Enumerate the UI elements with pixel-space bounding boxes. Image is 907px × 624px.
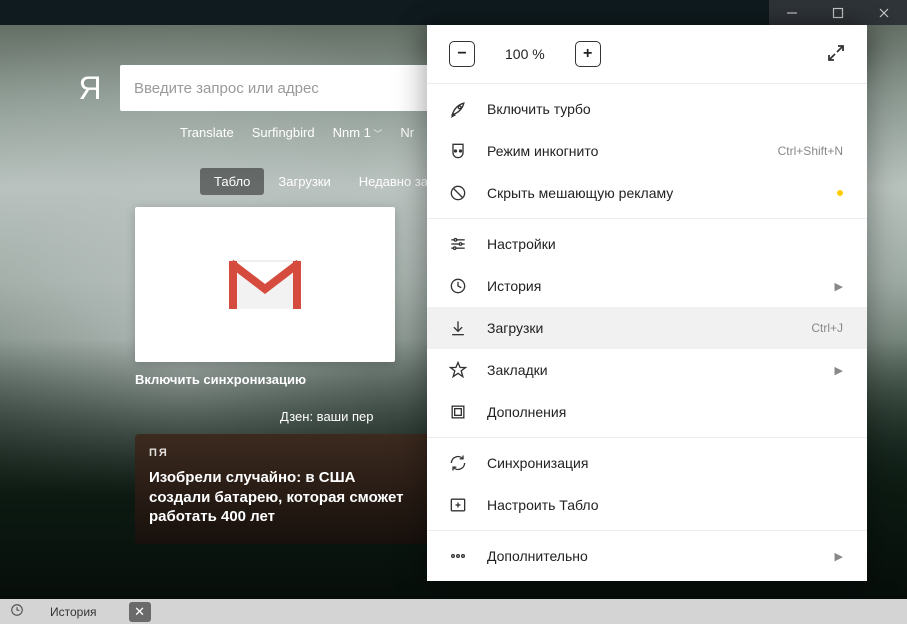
- zen-card-title: Изобрели случайно: в США создали батарею…: [149, 468, 421, 527]
- zoom-out-button[interactable]: −: [449, 41, 475, 67]
- fullscreen-button[interactable]: [827, 44, 845, 65]
- menu-label: Загрузки: [487, 320, 793, 336]
- status-close-button[interactable]: ✕: [129, 602, 151, 622]
- star-icon: [447, 359, 469, 381]
- tab-downloads[interactable]: Загрузки: [264, 168, 344, 195]
- history-icon: [447, 275, 469, 297]
- menu-item-settings[interactable]: Настройки: [427, 223, 867, 265]
- gmail-icon: [225, 255, 305, 315]
- tab-tablo[interactable]: Табло: [200, 168, 264, 195]
- speed-dial-tile-gmail[interactable]: [135, 207, 395, 362]
- window-close-button[interactable]: [861, 0, 907, 25]
- zen-card[interactable]: ПЯ Изобрели случайно: в США создали бата…: [135, 434, 435, 544]
- menu-item-turbo[interactable]: Включить турбо: [427, 88, 867, 130]
- indicator-dot: [837, 190, 843, 196]
- fav-link[interactable]: Nr: [400, 125, 414, 140]
- menu-item-custom-tablo[interactable]: Настроить Табло: [427, 484, 867, 526]
- menu-shortcut: Ctrl+J: [811, 321, 843, 335]
- sliders-icon: [447, 233, 469, 255]
- menu-item-sync[interactable]: Синхронизация: [427, 442, 867, 484]
- menu-item-more[interactable]: Дополнительно ▶: [427, 535, 867, 577]
- menu-item-addons[interactable]: Дополнения: [427, 391, 867, 433]
- window-maximize-button[interactable]: [815, 0, 861, 25]
- menu-label: Настроить Табло: [487, 497, 843, 513]
- main-menu-dropdown: − 100 % + Включить турбо Режим инкогнито…: [427, 25, 867, 581]
- menu-item-hide-ads[interactable]: Скрыть мешающую рекламу: [427, 172, 867, 214]
- add-tile-icon: [447, 494, 469, 516]
- menu-label: Дополнительно: [487, 548, 817, 564]
- menu-label: Дополнения: [487, 404, 843, 420]
- menu-label: Режим инкогнито: [487, 143, 760, 159]
- download-icon: [447, 317, 469, 339]
- zen-card-source: ПЯ: [149, 446, 421, 460]
- clock-icon: [10, 603, 24, 620]
- chevron-right-icon: ▶: [835, 280, 843, 293]
- menu-label: Синхронизация: [487, 455, 843, 471]
- window-titlebar: [0, 0, 907, 25]
- menu-label: Настройки: [487, 236, 843, 252]
- menu-label: Скрыть мешающую рекламу: [487, 185, 813, 201]
- fav-link[interactable]: Translate: [180, 125, 234, 140]
- menu-item-bookmarks[interactable]: Закладки ▶: [427, 349, 867, 391]
- more-icon: [447, 545, 469, 567]
- rocket-icon: [447, 98, 469, 120]
- chevron-right-icon: ▶: [835, 364, 843, 377]
- block-icon: [447, 182, 469, 204]
- addons-icon: [447, 401, 469, 423]
- incognito-icon: [447, 140, 469, 162]
- status-bar: История ✕: [0, 599, 907, 624]
- menu-item-incognito[interactable]: Режим инкогнито Ctrl+Shift+N: [427, 130, 867, 172]
- window-minimize-button[interactable]: [769, 0, 815, 25]
- menu-item-history[interactable]: История ▶: [427, 265, 867, 307]
- fav-link[interactable]: Surfingbird: [252, 125, 315, 140]
- status-history-label[interactable]: История: [50, 605, 97, 619]
- zoom-level: 100 %: [505, 46, 545, 62]
- sync-icon: [447, 452, 469, 474]
- menu-shortcut: Ctrl+Shift+N: [778, 144, 843, 158]
- fav-link[interactable]: Nnm 1: [333, 125, 383, 140]
- menu-label: История: [487, 278, 817, 294]
- chevron-right-icon: ▶: [835, 550, 843, 563]
- menu-item-downloads[interactable]: Загрузки Ctrl+J: [427, 307, 867, 349]
- menu-label: Включить турбо: [487, 101, 843, 117]
- yandex-logo: Я: [70, 70, 110, 107]
- zoom-in-button[interactable]: +: [575, 41, 601, 67]
- menu-label: Закладки: [487, 362, 817, 378]
